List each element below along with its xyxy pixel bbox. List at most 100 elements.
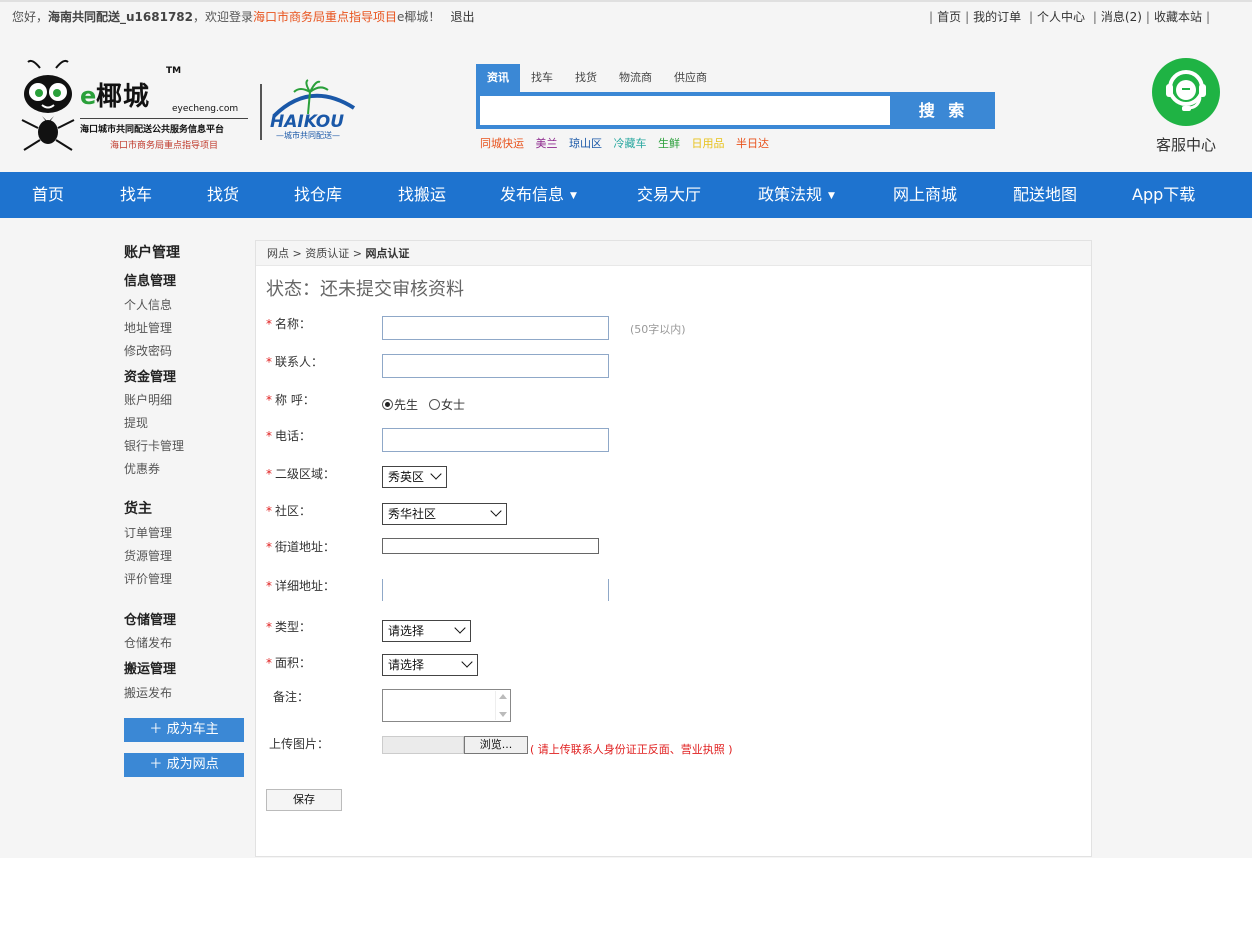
name-hint: (50字以内) [630,323,686,336]
nav-policy[interactable]: 政策法规 ▼ [758,172,835,218]
customer-service[interactable]: 客服中心 [1150,58,1222,155]
nav-home[interactable]: 首页 [32,172,64,218]
salutation-label: * 称 呼： [266,393,315,407]
nav-trading-hall[interactable]: 交易大厅 [637,172,701,218]
top-bar: 您好，海南共同配送_u1681782，欢迎登录海口市商务局重点指导项目e椰城！ 退… [0,0,1252,28]
hot-keyword[interactable]: 美兰 [536,137,558,150]
sidebar-item-storage-publish[interactable]: 仓储发布 [124,634,172,651]
search-tab-cargo[interactable]: 找货 [564,64,608,92]
welcome-pre: ，欢迎登录 [193,10,254,24]
sidebar-item-coupon[interactable]: 优惠券 [124,460,160,477]
radio-checked-icon [382,399,393,410]
sidebar-item-address[interactable]: 地址管理 [124,319,172,336]
breadcrumb-current: 网点认证 [365,247,410,260]
site-logo[interactable]: e 椰城 TM eyecheng.com 海口城市共同配送公共服务信息平台 海口… [14,58,359,154]
name-input[interactable] [382,316,609,340]
search-tabs: 资讯 找车 找货 物流商 供应商 [476,64,995,92]
top-link-profile[interactable]: 个人中心 [1037,10,1085,24]
browse-button[interactable]: 浏览... [464,736,528,754]
nav-find-vehicle[interactable]: 找车 [120,172,152,218]
logo-domain: eyecheng.com [172,104,239,114]
sidebar-item-account-detail[interactable]: 账户明细 [124,391,172,408]
dropdown-arrow-icon: ▼ [828,191,835,201]
become-outlet-button[interactable]: ＋ 成为网点 [124,753,244,777]
nav-publish[interactable]: 发布信息 ▼ [500,172,577,218]
search-box: 搜 索 [476,92,995,129]
breadcrumb-item[interactable]: 网点 [267,247,289,260]
hot-keyword[interactable]: 琼山区 [569,137,602,150]
detail-address-input[interactable] [382,579,609,601]
type-select[interactable]: 请选择 [382,620,471,642]
sidebar-section-storage: 仓储管理 [124,613,177,628]
top-link-favorite[interactable]: 收藏本站 [1154,10,1202,24]
upload-hint: ( 请上传联系人身份证正反面、营业执照 ) [530,743,733,756]
top-link-orders[interactable]: 我的订单 [973,10,1021,24]
hot-keyword[interactable]: 半日达 [736,137,769,150]
page-status: 状态：还未提交审核资料 [266,279,464,300]
sidebar-section-moving: 搬运管理 [124,662,177,677]
main-panel: 网点 > 资质认证 > 网点认证 状态：还未提交审核资料 * 名称： (50字以内… [255,240,1092,857]
header: e 椰城 TM eyecheng.com 海口城市共同配送公共服务信息平台 海口… [0,28,1252,172]
partner-logo-sub: —城市共同配送— [276,131,340,140]
search-button[interactable]: 搜 索 [892,92,995,129]
top-links: | 首页 | 我的订单 | 个人中心 | 消息(2) | 收藏本站 | [929,10,1210,24]
org-link[interactable]: 海口市商务局重点指导项目 [253,10,397,24]
hot-keyword[interactable]: 生鲜 [658,137,680,150]
sidebar-item-bank-card[interactable]: 银行卡管理 [124,437,184,454]
sidebar-item-password[interactable]: 修改密码 [124,342,172,359]
area-label: * 面积： [266,656,312,670]
community-select[interactable]: 秀华社区 [382,503,507,525]
customer-service-label: 客服中心 [1155,136,1216,154]
breadcrumb-item[interactable]: 资质认证 [305,247,349,260]
hot-keyword[interactable]: 冷藏车 [614,137,647,150]
area-select[interactable]: 请选择 [382,654,478,676]
sidebar-item-cargo-source[interactable]: 货源管理 [124,547,172,564]
chevron-down-icon [454,622,466,634]
search-tab-news[interactable]: 资讯 [476,64,520,92]
region-select[interactable]: 秀英区 [382,466,447,488]
type-label: * 类型： [266,620,312,634]
search-input[interactable] [480,96,890,125]
scrollbar[interactable] [495,691,509,720]
save-button[interactable]: 保存 [266,789,342,811]
search-tab-vehicle[interactable]: 找车 [520,64,564,92]
nav-find-warehouse[interactable]: 找仓库 [294,172,342,218]
hot-keyword[interactable]: 日用品 [692,137,725,150]
nav-find-moving[interactable]: 找搬运 [398,172,446,218]
partner-logo-text: HAIKOU [270,112,345,132]
logout-link[interactable]: 退出 [450,10,474,24]
nav-delivery-map[interactable]: 配送地图 [1013,172,1077,218]
street-input[interactable] [382,538,599,554]
top-link-messages[interactable]: 消息(2) [1101,10,1142,24]
phone-label: * 电话： [266,429,312,443]
sidebar-item-personal-info[interactable]: 个人信息 [124,296,172,313]
search-tab-logistics[interactable]: 物流商 [608,64,663,92]
sidebar-section-info: 信息管理 [124,274,177,289]
search-area: 资讯 找车 找货 物流商 供应商 搜 索 同城快运 美兰 琼山区 冷藏车 生鲜 … [476,64,995,150]
salutation-mr-radio[interactable]: 先生 [382,396,418,413]
breadcrumb: 网点 > 资质认证 > 网点认证 [256,241,1091,266]
sidebar-item-moving-publish[interactable]: 搬运发布 [124,684,172,701]
nav-mall[interactable]: 网上商城 [893,172,957,218]
nav-find-cargo[interactable]: 找货 [207,172,239,218]
greeting: 您好， [12,10,49,24]
sidebar-item-orders[interactable]: 订单管理 [124,524,172,541]
phone-input[interactable] [382,428,609,452]
sidebar-item-reviews[interactable]: 评价管理 [124,570,172,587]
nav-app-download[interactable]: App下载 [1132,172,1195,218]
community-label: * 社区： [266,504,312,518]
name-label: * 名称： [266,317,312,331]
search-tab-supplier[interactable]: 供应商 [663,64,718,92]
chevron-down-icon [490,505,502,517]
plus-icon: ＋ [149,722,167,737]
welcome-post: e椰城！ [397,10,441,24]
file-path-field[interactable] [382,736,464,754]
sidebar-item-withdraw[interactable]: 提现 [124,414,148,431]
hot-keyword[interactable]: 同城快运 [480,137,524,150]
main-nav: 首页 找车 找货 找仓库 找搬运 发布信息 ▼ 交易大厅 政策法规 ▼ 网上商城 配… [0,172,1252,218]
contact-input[interactable] [382,354,609,378]
top-link-home[interactable]: 首页 [937,10,961,24]
salutation-ms-radio[interactable]: 女士 [429,396,465,413]
become-driver-button[interactable]: ＋ 成为车主 [124,718,244,742]
remark-textarea[interactable] [382,689,511,722]
